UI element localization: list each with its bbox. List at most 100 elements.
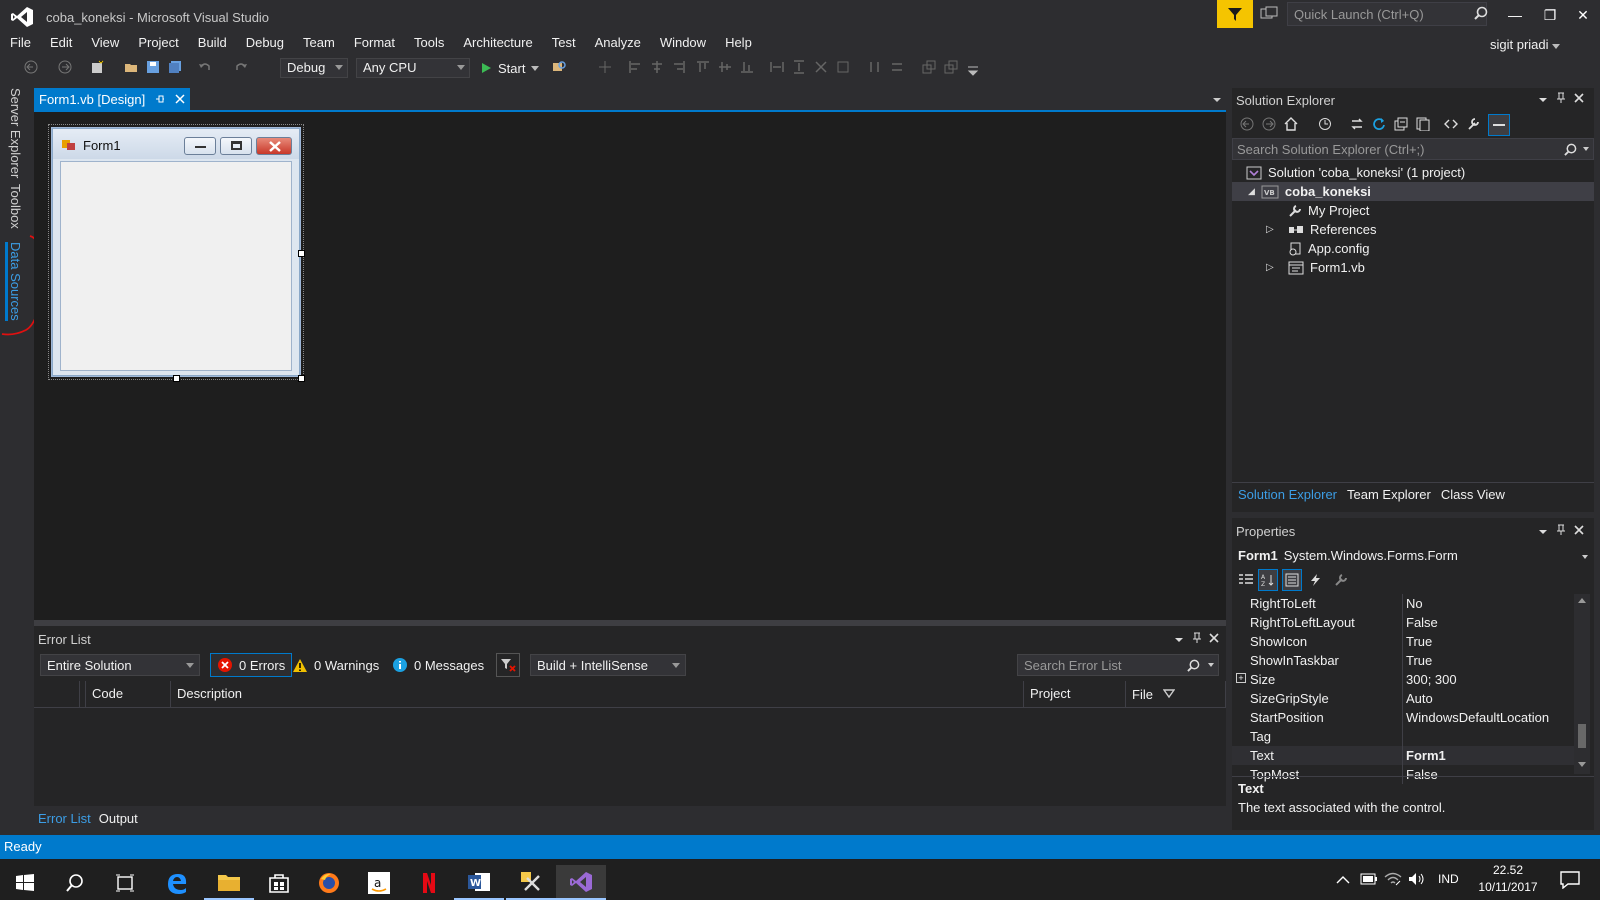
property-row[interactable]: ShowIcon True (1232, 632, 1574, 651)
word-app[interactable]: W (454, 865, 504, 900)
property-row[interactable]: + Size 300; 300 (1232, 670, 1574, 689)
close-panel-icon[interactable] (1574, 93, 1584, 103)
visual-studio-app[interactable] (556, 865, 606, 900)
property-row[interactable]: TopMost False (1232, 765, 1574, 784)
back-icon[interactable] (24, 60, 38, 74)
save-all-icon[interactable] (168, 60, 182, 74)
user-account[interactable]: sigit priadi (1490, 37, 1561, 52)
align-bottoms-icon[interactable] (740, 60, 754, 74)
tab-team-explorer[interactable]: Team Explorer (1347, 487, 1431, 502)
pending-changes-icon[interactable] (1318, 117, 1332, 131)
start-button[interactable]: Start (480, 58, 540, 78)
column-file[interactable]: File (1126, 681, 1226, 707)
menu-edit[interactable]: Edit (40, 33, 81, 53)
properties-view-button[interactable] (1282, 569, 1302, 591)
amazon-app[interactable]: a (354, 865, 404, 900)
undo-icon[interactable] (198, 60, 212, 74)
battery-icon[interactable] (1360, 873, 1378, 885)
collapsed-arrow-icon[interactable]: ▷ (1266, 224, 1282, 235)
column-project[interactable]: Project (1024, 681, 1126, 707)
tree-item-references[interactable]: ▷ References (1266, 222, 1376, 237)
scroll-thumb[interactable] (1578, 724, 1586, 748)
tools-app[interactable] (506, 865, 556, 900)
tab-class-view[interactable]: Class View (1441, 487, 1505, 502)
menu-team[interactable]: Team (293, 33, 344, 53)
menu-view[interactable]: View (81, 33, 128, 53)
object-selector[interactable]: Form1 System.Windows.Forms.Form (1238, 548, 1458, 563)
menu-architecture[interactable]: Architecture (453, 33, 541, 53)
find-in-files-icon[interactable] (552, 60, 566, 74)
search-solution-explorer-input[interactable]: Search Solution Explorer (Ctrl+;) (1232, 138, 1594, 160)
align-to-grid-icon[interactable] (598, 60, 612, 74)
show-all-files-icon[interactable] (1416, 117, 1430, 131)
pin-icon[interactable] (1556, 92, 1566, 104)
alphabetical-button[interactable]: AZ (1258, 569, 1278, 591)
size-to-grid-icon[interactable] (836, 60, 850, 74)
back-icon[interactable] (1240, 117, 1254, 131)
property-row[interactable]: RightToLeftLayout False (1232, 613, 1574, 632)
bring-to-front-icon[interactable] (922, 60, 936, 74)
categorized-icon[interactable] (1238, 573, 1254, 587)
tree-item-my-project[interactable]: My Project (1288, 203, 1369, 218)
view-code-icon[interactable] (1444, 117, 1458, 131)
menu-format[interactable]: Format (344, 33, 404, 53)
tree-item-solution[interactable]: Solution 'coba_koneksi' (1 project) (1246, 165, 1465, 180)
property-pages-wrench-icon[interactable] (1334, 573, 1348, 587)
new-project-icon[interactable] (90, 60, 104, 74)
property-row[interactable]: ShowInTaskbar True (1232, 651, 1574, 670)
messages-filter-button[interactable]: 0 Messages (386, 653, 490, 677)
menu-window[interactable]: Window (650, 33, 715, 53)
action-center-icon[interactable] (1560, 871, 1580, 889)
make-same-width-icon[interactable] (770, 60, 784, 74)
tab-server-explorer[interactable]: Server Explorer (8, 88, 23, 178)
forward-icon[interactable] (58, 60, 72, 74)
minimize-button[interactable]: — (1500, 4, 1530, 26)
build-intellisense-select[interactable]: Build + IntelliSense (530, 654, 686, 676)
notifications-icon[interactable] (1260, 6, 1278, 22)
firefox-app[interactable] (304, 865, 354, 900)
menu-help[interactable]: Help (715, 33, 761, 53)
align-lefts-icon[interactable] (628, 60, 642, 74)
tree-item-form1-vb[interactable]: ▷ Form1.vb (1266, 260, 1365, 275)
properties-wrench-icon[interactable] (1466, 117, 1480, 131)
sync-icon[interactable] (1350, 117, 1364, 131)
align-rights-icon[interactable] (672, 60, 686, 74)
wifi-icon[interactable] (1384, 871, 1402, 887)
chevron-down-icon[interactable] (1582, 555, 1588, 559)
menu-tools[interactable]: Tools (404, 33, 453, 53)
tab-toolbox[interactable]: Toolbox (8, 184, 23, 229)
input-language-indicator[interactable]: IND (1438, 872, 1459, 886)
close-tab-icon[interactable] (175, 94, 185, 104)
align-middles-icon[interactable] (718, 60, 732, 74)
menu-test[interactable]: Test (542, 33, 585, 53)
document-tab-form1-design[interactable]: Form1.vb [Design] (34, 88, 191, 110)
horizontal-spacing-icon[interactable] (868, 60, 882, 74)
show-hidden-icons-icon[interactable] (1336, 875, 1350, 885)
pin-icon[interactable] (1192, 632, 1202, 644)
search-taskbar-button[interactable] (50, 865, 100, 900)
expanded-arrow-icon[interactable]: ◢ (1248, 186, 1255, 197)
property-row[interactable]: Tag (1232, 727, 1574, 746)
restore-button[interactable]: ❐ (1535, 4, 1565, 26)
property-row[interactable]: RightToLeft No (1232, 594, 1574, 613)
close-panel-icon[interactable] (1574, 525, 1584, 535)
clock[interactable]: 22.52 10/11/2017 (1476, 862, 1540, 896)
events-lightning-icon[interactable] (1308, 573, 1324, 587)
tree-item-project[interactable]: ◢ VB coba_koneksi (1248, 184, 1371, 199)
tab-solution-explorer[interactable]: Solution Explorer (1238, 487, 1337, 502)
collapsed-arrow-icon[interactable]: ▷ (1266, 262, 1282, 273)
errors-filter-button[interactable]: 0 Errors (210, 653, 293, 677)
preview-selected-items-button[interactable] (1488, 114, 1510, 136)
menu-debug[interactable]: Debug (236, 33, 293, 53)
close-panel-icon[interactable] (1209, 633, 1219, 643)
menu-project[interactable]: Project (128, 33, 187, 53)
align-centers-icon[interactable] (650, 60, 664, 74)
quick-launch-input[interactable]: Quick Launch (Ctrl+Q) (1287, 2, 1487, 26)
solution-platform-select[interactable]: Any CPU (356, 58, 470, 78)
scroll-down-icon[interactable] (1578, 762, 1586, 767)
expand-plus-icon[interactable]: + (1236, 673, 1246, 683)
property-row[interactable]: SizeGripStyle Auto (1232, 689, 1574, 708)
close-button[interactable]: ✕ (1568, 4, 1598, 26)
refresh-icon[interactable] (1372, 117, 1386, 131)
tab-output[interactable]: Output (99, 811, 138, 826)
